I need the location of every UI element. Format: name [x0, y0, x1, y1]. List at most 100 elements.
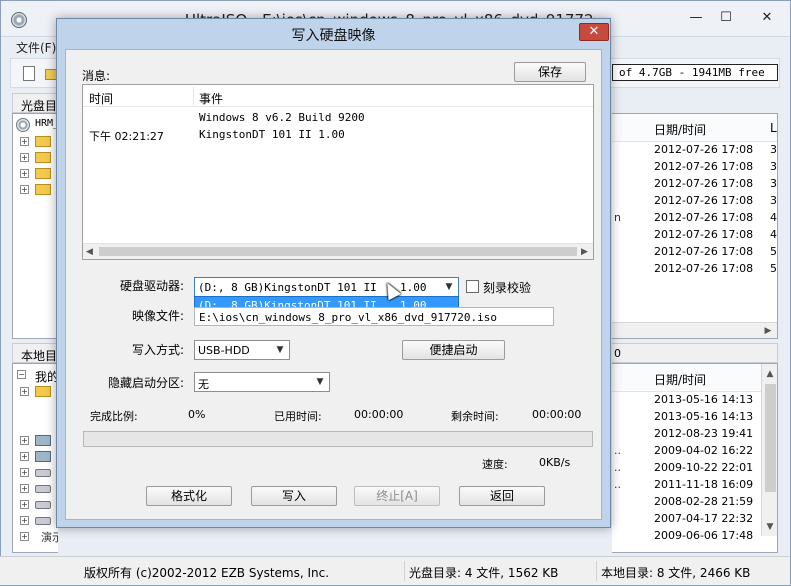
list-item[interactable]: .. 2011-11-18 16:09 [612, 476, 777, 493]
horizontal-scrollbar[interactable]: ▶ [612, 322, 777, 338]
list-item[interactable]: 2008-02-28 21:59 [612, 493, 777, 510]
expand-icon[interactable]: + [20, 436, 29, 445]
menu-file[interactable]: 文件(F) [16, 39, 56, 56]
collapse-icon[interactable]: − [17, 370, 26, 379]
maximize-button[interactable]: ☐ [711, 8, 741, 28]
tree-row[interactable]: + [13, 165, 58, 181]
list-item[interactable]: .. 2009-04-02 16:22 [612, 442, 777, 459]
expand-icon[interactable]: + [20, 452, 29, 461]
scroll-down-icon[interactable]: ▼ [762, 519, 777, 535]
tree-row[interactable]: + [13, 149, 58, 165]
local-tree-header: 本地目 [12, 343, 60, 363]
format-button[interactable]: 格式化 [146, 486, 232, 506]
extra-column-header[interactable]: L [770, 121, 777, 135]
local-file-list[interactable]: 日期/时间 2013-05-16 14:13 2013-05-16 14:13 … [612, 363, 778, 553]
list-item[interactable]: 2007-04-17 22:32 [612, 510, 777, 527]
tree-row[interactable]: + [13, 448, 58, 464]
scroll-left-icon[interactable]: ◀ [86, 244, 93, 260]
save-button[interactable]: 保存 [514, 62, 586, 82]
scroll-thumb[interactable] [765, 384, 776, 492]
stop-button[interactable]: 终止[A] [354, 486, 440, 506]
remaining-value: 00:00:00 [532, 408, 582, 421]
scroll-up-icon[interactable]: ▲ [762, 366, 777, 382]
minimize-button[interactable]: — [681, 8, 711, 28]
hidden-partition-select[interactable]: 无 ▼ [194, 372, 330, 392]
expand-icon[interactable]: + [20, 516, 29, 525]
expand-icon[interactable]: + [20, 185, 29, 194]
list-item[interactable]: 2012-08-23 19:41 [612, 425, 777, 442]
log-entry-event: KingstonDT 101 II 1.00 [199, 128, 345, 141]
expand-icon[interactable]: + [20, 137, 29, 146]
list-item[interactable]: 2013-05-16 14:13 [612, 391, 777, 408]
expand-icon[interactable]: + [20, 484, 29, 493]
tree-row[interactable]: + [13, 133, 58, 149]
folder-icon [35, 152, 51, 163]
dialog-close-button[interactable]: ✕ [579, 23, 609, 41]
new-doc-icon[interactable] [23, 66, 35, 81]
log-entry-event: Windows 8 v6.2 Build 9200 [199, 111, 365, 124]
drive-select[interactable]: (D:, 8 GB)KingstonDT 101 II 1.00 ▼ [194, 277, 459, 297]
write-button[interactable]: 写入 [251, 486, 337, 506]
expand-icon[interactable]: + [20, 169, 29, 178]
vertical-scrollbar[interactable]: ▲ ▼ [761, 364, 777, 536]
list-item[interactable]: n 2012-07-26 17:08 4 [612, 209, 777, 226]
disc-file-list[interactable]: 日期/时间 L 2012-07-26 17:08 3 2012-07-26 17:… [612, 113, 778, 339]
list-item[interactable]: 2012-07-26 17:08 3 [612, 141, 777, 158]
expand-icon[interactable]: + [20, 387, 29, 396]
local-tree[interactable]: − 我的 + + + + + + + + 演示(S:) [12, 363, 58, 553]
date-column-header[interactable]: 日期/时间 [654, 121, 706, 138]
expand-icon[interactable]: + [20, 500, 29, 509]
chevron-down-icon[interactable]: ▼ [442, 280, 456, 294]
log-horizontal-scrollbar[interactable]: ◀ ▶ [83, 243, 593, 259]
tree-row[interactable]: + [13, 496, 58, 512]
list-item[interactable]: 2012-07-26 17:08 3 [612, 158, 777, 175]
tree-row[interactable]: + [13, 464, 58, 480]
status-bar: 版权所有 (c)2002-2012 EZB Systems, Inc. 光盘目录… [0, 556, 789, 585]
column-divider[interactable] [193, 87, 194, 105]
elapsed-value: 00:00:00 [354, 408, 404, 421]
message-log[interactable]: 时间 事件 Windows 8 v6.2 Build 9200 下午 02:21… [82, 84, 594, 260]
list-item[interactable]: 2009-06-06 17:48 [612, 527, 777, 544]
list-item[interactable]: .. 2009-10-22 22:01 [612, 459, 777, 476]
list-header: 日期/时间 [612, 364, 777, 392]
chevron-down-icon[interactable]: ▼ [273, 343, 287, 357]
tree-row[interactable]: + [13, 512, 58, 528]
verify-checkbox[interactable] [466, 280, 479, 293]
write-method-value: USB-HDD [198, 344, 250, 357]
image-file-input[interactable]: E:\ios\cn_windows_8_pro_vl_x86_dvd_91772… [194, 307, 554, 326]
tree-row[interactable]: HRM_ [13, 116, 58, 132]
drive-label: 硬盘驱动器: [119, 279, 184, 293]
list-item[interactable]: 2013-05-16 14:13 [612, 408, 777, 425]
scroll-thumb[interactable] [99, 247, 577, 256]
expand-icon[interactable]: + [20, 153, 29, 162]
tree-row[interactable]: + 演示(S:) [13, 528, 58, 544]
log-time-column-header[interactable]: 时间 [89, 90, 113, 107]
list-item[interactable]: 2012-07-26 17:08 5 [612, 260, 777, 277]
tree-row[interactable]: + [13, 432, 58, 448]
log-header: 时间 事件 [83, 85, 593, 107]
quick-boot-button[interactable]: 便捷启动 [402, 340, 505, 360]
disc-tree[interactable]: HRM_ + + + + [12, 113, 58, 339]
list-item[interactable]: 2012-07-26 17:08 4 [612, 226, 777, 243]
list-item[interactable]: 2012-07-26 17:08 3 [612, 192, 777, 209]
chevron-down-icon[interactable]: ▼ [313, 375, 327, 389]
expand-icon[interactable]: + [20, 532, 29, 541]
tree-row[interactable]: − 我的 [13, 366, 58, 384]
close-window-button[interactable]: ✕ [746, 8, 788, 28]
list-item[interactable]: 2012-07-26 17:08 5 [612, 243, 777, 260]
scroll-right-icon[interactable]: ▶ [760, 323, 776, 338]
list-item[interactable]: 2012-07-26 17:08 3 [612, 175, 777, 192]
tree-row[interactable]: + [13, 480, 58, 496]
write-method-select[interactable]: USB-HDD ▼ [194, 340, 290, 360]
date-column-header[interactable]: 日期/时间 [654, 371, 706, 388]
folder-icon [35, 136, 51, 147]
scroll-right-icon[interactable]: ▶ [581, 244, 588, 260]
tree-row[interactable]: + [13, 383, 58, 399]
elapsed-label: 已用时间: [274, 410, 322, 423]
log-event-column-header[interactable]: 事件 [199, 90, 223, 107]
expand-icon[interactable]: + [20, 468, 29, 477]
verify-label[interactable]: 刻录校验 [483, 279, 531, 296]
tree-row[interactable]: + [13, 181, 58, 197]
local-tree-tail-label: 演示(S:) [41, 531, 58, 544]
back-button[interactable]: 返回 [459, 486, 545, 506]
